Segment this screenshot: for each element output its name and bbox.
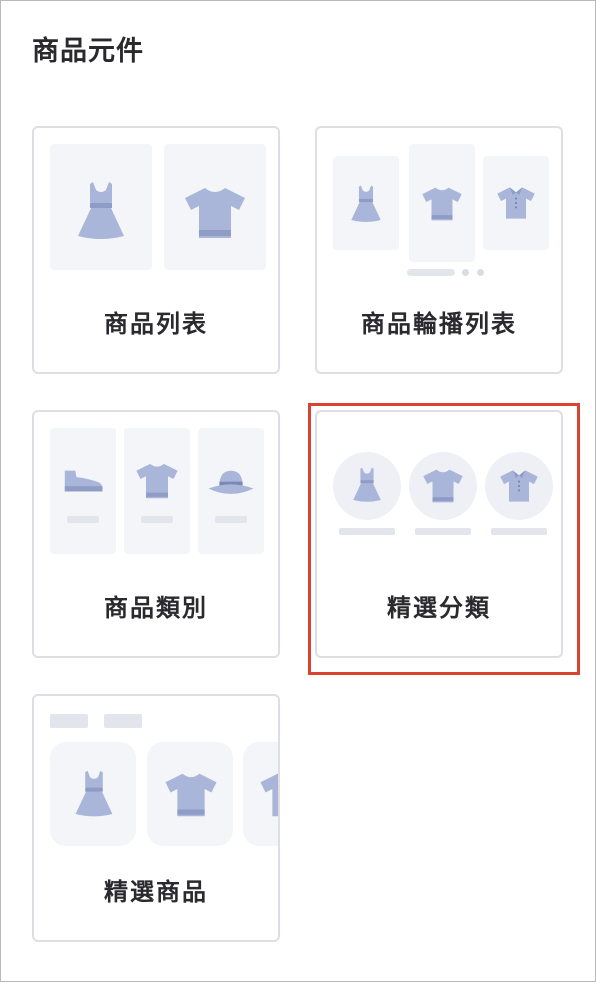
panel-title: 商品元件 <box>32 36 144 67</box>
component-card-featured-category[interactable]: 精選分類 <box>315 410 563 658</box>
component-card-product-category[interactable]: 商品類別 <box>32 410 280 658</box>
polo-shirt-icon <box>496 186 536 220</box>
component-card-label: 商品列表 <box>104 310 208 338</box>
tab-placeholder <box>50 714 88 728</box>
component-card-product-list[interactable]: 商品列表 <box>32 126 280 374</box>
dress-icon <box>350 184 382 224</box>
tshirt-icon <box>421 186 463 222</box>
category-label-placeholder <box>141 516 173 523</box>
polo-shirt-icon <box>258 772 280 818</box>
component-card-product-carousel[interactable]: 商品輪播列表 <box>315 126 563 374</box>
category-label-placeholder <box>415 528 471 535</box>
component-card-label: 商品類別 <box>104 594 208 622</box>
tshirt-icon <box>422 468 464 504</box>
tshirt-icon <box>183 186 247 240</box>
dress-icon <box>352 466 382 504</box>
carousel-indicator-dot <box>462 269 469 276</box>
tshirt-icon <box>163 772 219 818</box>
component-card-label: 商品輪播列表 <box>361 310 517 338</box>
tshirt-icon <box>135 462 179 500</box>
dress-icon <box>74 768 114 820</box>
component-panel: 商品元件 商品列表 商品輪播列表 商品類別 精選分類 精選商品 <box>0 0 596 982</box>
category-label-placeholder <box>491 528 547 535</box>
dress-icon <box>76 180 126 242</box>
hat-icon <box>207 468 255 498</box>
tab-placeholder <box>104 714 142 728</box>
component-card-featured-products[interactable]: 精選商品 <box>32 694 280 942</box>
polo-shirt-icon <box>499 469 539 503</box>
carousel-indicator-active <box>407 269 455 276</box>
category-label-placeholder <box>67 516 99 523</box>
carousel-indicator-dot <box>477 269 484 276</box>
category-label-placeholder <box>215 516 247 523</box>
category-label-placeholder <box>339 528 395 535</box>
component-card-label: 精選分類 <box>387 594 491 622</box>
component-card-label: 精選商品 <box>104 878 208 906</box>
shoe-icon <box>62 468 104 494</box>
